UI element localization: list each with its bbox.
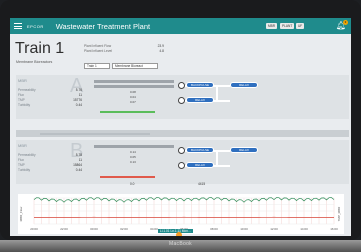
plant-button[interactable]: PLANT bbox=[280, 23, 295, 29]
mbr-b-header-row bbox=[94, 145, 174, 148]
relax-pill[interactable]: RELAX bbox=[186, 97, 214, 103]
feed-pipe bbox=[40, 133, 150, 135]
y-axis-label-right: TMP_MBR bbox=[337, 206, 341, 222]
mbr-b-feed-flow: 4415 bbox=[198, 182, 206, 186]
pump-icon bbox=[178, 147, 185, 154]
relax-pill[interactable]: RELAX bbox=[186, 162, 214, 168]
mbr-a-turbidity-label: Turbidity bbox=[18, 103, 31, 107]
macbook-label: MacBook bbox=[169, 241, 192, 247]
mbr-a-header-row bbox=[94, 80, 174, 83]
mbr-b-air-scour-value: 0.0 bbox=[130, 182, 135, 186]
mbr-a-label: MBR bbox=[18, 78, 27, 83]
home-indicator[interactable] bbox=[176, 232, 182, 236]
backpulse-pill[interactable]: BACKPULSE bbox=[186, 82, 214, 88]
status-bar-red bbox=[100, 176, 155, 178]
mbr-a-cell: 0.08 bbox=[130, 90, 136, 94]
x-tick-label: 12:00 bbox=[270, 227, 278, 231]
x-tick-label: 08:00 bbox=[210, 227, 218, 231]
status-bar-green bbox=[100, 111, 155, 113]
mbr-b-permeability-label: Permeability bbox=[18, 153, 36, 157]
menu-icon[interactable] bbox=[14, 23, 22, 29]
relax-pill[interactable]: RELAX bbox=[230, 82, 258, 88]
trend-chart-svg: MBR_Flow TMP_MBR 20:00 22:00 00:00 02:00 04:00… bbox=[19, 197, 341, 231]
mbr-b-flux-value: 11 bbox=[78, 158, 82, 162]
mbr-b-turbidity-label: Turbidity bbox=[18, 168, 31, 172]
mbr-a-flux-label: Flux bbox=[18, 93, 25, 97]
x-tick-label: 02:00 bbox=[120, 227, 128, 231]
mbr-b-cell: 0.13 bbox=[130, 160, 136, 164]
mbr-a-header-row bbox=[94, 85, 174, 88]
mbr-b-cell: 0.14 bbox=[130, 150, 136, 154]
mbr-b-permeability-value: 5.78 bbox=[75, 153, 82, 157]
x-tick-label: 20:00 bbox=[30, 227, 38, 231]
notification-badge: 3 bbox=[343, 20, 348, 25]
mbr-a-cell: 0.07 bbox=[130, 100, 136, 104]
mbr-b-turbidity-value: 0.44 bbox=[75, 168, 82, 172]
x-tick-label: 22:00 bbox=[60, 227, 68, 231]
mode-select[interactable]: Membrane Bioreact bbox=[112, 63, 158, 69]
influent-level-label: Plant Influent Level bbox=[84, 49, 113, 53]
x-tick-label: 04:00 bbox=[150, 227, 158, 231]
pipe bbox=[216, 85, 218, 101]
x-tick-label: 14:00 bbox=[300, 227, 308, 231]
mbr-a-tmp-label: TMP bbox=[18, 98, 25, 102]
influent-level-value: 4.8 bbox=[159, 49, 164, 53]
mbr-a-permeability-label: Permeability bbox=[18, 88, 36, 92]
x-tick-label: 10:00 bbox=[240, 227, 248, 231]
mbr-b-cell: 0.05 bbox=[130, 155, 136, 159]
pump-icon bbox=[178, 82, 185, 89]
chart-footer: Ll.1.01 Ln.1.11 Mon... bbox=[158, 229, 193, 233]
mbr-button[interactable]: MBR bbox=[266, 23, 278, 29]
train-select[interactable]: Train 1 bbox=[84, 63, 110, 69]
mbr-a-cell: 0.04 bbox=[130, 95, 136, 99]
mbr-b-flux-label: Flux bbox=[18, 158, 25, 162]
uf-button[interactable]: UF bbox=[296, 23, 305, 29]
influent-flow-label: Plant Influent Flow bbox=[84, 44, 112, 48]
train-title: Train 1 bbox=[15, 40, 65, 57]
train-subtitle: Membrane Bioreactors bbox=[16, 60, 53, 64]
app-screen: EPCOR Wastewater Treatment Plant MBR PLA… bbox=[10, 18, 351, 236]
mbr-b-tmp-value: 15864 bbox=[73, 163, 82, 167]
brand-logo: EPCOR bbox=[27, 23, 44, 29]
trend-chart: MBR_Flow TMP_MBR 20:00 22:00 00:00 02:00 04:00… bbox=[18, 194, 344, 234]
backpulse-pill[interactable]: BACKPULSE bbox=[186, 147, 214, 153]
mbr-b-label: MBR bbox=[18, 143, 27, 148]
pump-icon bbox=[178, 162, 185, 169]
mbr-a-turbidity-value: 0.44 bbox=[75, 103, 82, 107]
mbr-b-tmp-label: TMP bbox=[18, 163, 25, 167]
x-tick-label: 00:00 bbox=[90, 227, 98, 231]
mbr-a-permeability-value: 5.76 bbox=[75, 88, 82, 92]
x-tick-label: 16:00 bbox=[330, 227, 338, 231]
app-title: Wastewater Treatment Plant bbox=[55, 21, 151, 31]
pipe bbox=[216, 150, 218, 166]
y-axis-label-left: MBR_Flow bbox=[19, 206, 23, 222]
mbr-a-flux-value: 11 bbox=[78, 93, 82, 97]
relax-pill[interactable]: RELAX bbox=[230, 147, 258, 153]
mbr-a-tmp-value: 15776 bbox=[73, 98, 82, 102]
influent-flow-value: 23.9 bbox=[157, 44, 164, 48]
pump-icon bbox=[178, 97, 185, 104]
